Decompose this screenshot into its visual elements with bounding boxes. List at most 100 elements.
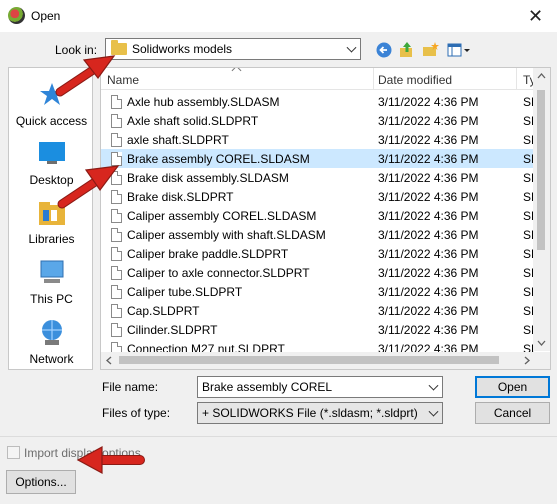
file-document-icon <box>111 209 122 223</box>
libraries-icon <box>38 202 65 225</box>
file-row[interactable]: Caliper tube.SLDPRT 3/11/2022 4:36 PM SL <box>101 282 538 301</box>
cancel-button-label: Cancel <box>493 406 532 420</box>
file-row[interactable]: Caliper assembly with shaft.SLDASM 3/11/2… <box>101 225 538 244</box>
column-date-modified[interactable]: Date modified <box>378 73 452 87</box>
file-name-cell: Caliper to axle connector.SLDPRT <box>127 266 310 280</box>
file-row[interactable]: Cilinder.SLDPRT 3/11/2022 4:36 PM SL <box>101 320 538 339</box>
file-name-input[interactable]: Brake assembly COREL <box>197 376 443 398</box>
scrollbar-corner <box>533 352 550 369</box>
date-modified-cell: 3/11/2022 4:36 PM <box>378 304 479 318</box>
view-menu-button[interactable] <box>446 40 472 60</box>
column-header-row: Name Date modified Ty <box>101 68 536 90</box>
date-modified-cell: 3/11/2022 4:36 PM <box>378 323 479 337</box>
vertical-scrollbar[interactable] <box>533 68 550 351</box>
file-row[interactable]: Caliper brake paddle.SLDPRT 3/11/2022 4:3… <box>101 244 538 263</box>
open-button[interactable]: Open <box>475 376 550 398</box>
close-button[interactable]: ✕ <box>514 0 557 32</box>
new-folder-icon <box>423 42 439 56</box>
column-divider[interactable] <box>373 68 374 90</box>
new-folder-button[interactable] <box>421 40 441 60</box>
file-document-icon <box>111 95 122 109</box>
places-bar: Quick access Desktop Libraries This PC N… <box>8 67 93 370</box>
files-of-type-label: Files of type: <box>102 406 171 420</box>
file-name-cell: Brake disk.SLDPRT <box>127 190 234 204</box>
file-name-cell: Caliper assembly COREL.SLDASM <box>127 209 317 223</box>
pin-star-icon <box>39 83 64 105</box>
file-list[interactable]: Name Date modified Ty Axle hub assembly.… <box>100 67 551 370</box>
file-row[interactable]: Axle hub assembly.SLDASM 3/11/2022 4:36 P… <box>101 92 538 111</box>
file-name-cell: Caliper brake paddle.SLDPRT <box>127 247 289 261</box>
file-name-value: Brake assembly COREL <box>202 380 333 394</box>
divider <box>0 436 557 437</box>
file-name-cell: Cap.SLDPRT <box>127 304 200 318</box>
place-label: Libraries <box>28 232 75 246</box>
place-label: Network <box>29 352 74 366</box>
computer-icon <box>40 260 63 283</box>
back-button[interactable] <box>374 40 394 60</box>
options-button[interactable]: Options... <box>6 470 76 494</box>
file-name-cell: Caliper tube.SLDPRT <box>127 285 243 299</box>
file-name-cell: Axle shaft solid.SLDPRT <box>127 114 259 128</box>
date-modified-cell: 3/11/2022 4:36 PM <box>378 209 479 223</box>
date-modified-cell: 3/11/2022 4:36 PM <box>378 114 479 128</box>
scroll-left-icon[interactable] <box>101 352 118 369</box>
date-modified-cell: 3/11/2022 4:36 PM <box>378 266 479 280</box>
up-folder-icon <box>400 42 412 57</box>
file-name-cell: Brake disk assembly.SLDASM <box>127 171 289 185</box>
file-document-icon <box>111 190 122 204</box>
column-divider[interactable] <box>516 68 517 90</box>
file-document-icon <box>111 323 122 337</box>
file-row[interactable]: Brake disk assembly.SLDASM 3/11/2022 4:36… <box>101 168 538 187</box>
look-in-dropdown[interactable]: Solidworks models <box>105 38 361 60</box>
column-name[interactable]: Name <box>107 73 139 87</box>
window-title: Open <box>31 9 61 23</box>
vertical-scroll-thumb[interactable] <box>537 90 545 250</box>
chevron-down-icon <box>346 42 357 53</box>
place-this-pc[interactable]: This PC <box>9 258 94 306</box>
file-row[interactable]: Cap.SLDPRT 3/11/2022 4:36 PM SL <box>101 301 538 320</box>
folder-icon <box>111 40 127 55</box>
scroll-up-icon[interactable] <box>533 68 550 85</box>
file-row[interactable]: Caliper assembly COREL.SLDASM 3/11/2022 4… <box>101 206 538 225</box>
horizontal-scroll-thumb[interactable] <box>119 356 499 364</box>
file-name-cell: Cilinder.SLDPRT <box>127 323 218 337</box>
scroll-down-icon[interactable] <box>533 334 550 351</box>
place-label: This PC <box>30 292 73 306</box>
file-document-icon <box>111 247 122 261</box>
date-modified-cell: 3/11/2022 4:36 PM <box>378 95 479 109</box>
sort-ascending-icon <box>231 68 242 76</box>
cancel-button[interactable]: Cancel <box>475 402 550 424</box>
file-row[interactable]: Caliper to axle connector.SLDPRT 3/11/202… <box>101 263 538 282</box>
chevron-down-icon[interactable] <box>428 380 439 391</box>
view-menu-icon <box>447 43 470 57</box>
file-document-icon <box>111 266 122 280</box>
file-row[interactable]: Brake assembly COREL.SLDASM 3/11/2022 4:3… <box>101 149 538 168</box>
file-name-label: File name: <box>102 380 159 394</box>
horizontal-scrollbar[interactable] <box>101 352 535 369</box>
file-row[interactable]: Axle shaft solid.SLDPRT 3/11/2022 4:36 PM… <box>101 111 538 130</box>
file-name-cell: axle shaft.SLDPRT <box>127 133 229 147</box>
file-document-icon <box>111 285 122 299</box>
files-of-type-value: + SOLIDWORKS File (*.sldasm; *.sldprt) <box>202 406 418 420</box>
file-row[interactable]: axle shaft.SLDPRT 3/11/2022 4:36 PM SL <box>101 130 538 149</box>
desktop-icon <box>38 142 65 164</box>
up-folder-button[interactable] <box>397 40 417 60</box>
file-row[interactable]: Brake disk.SLDPRT 3/11/2022 4:36 PM SL <box>101 187 538 206</box>
close-icon: ✕ <box>527 5 544 26</box>
back-arrow-icon <box>376 42 392 58</box>
date-modified-cell: 3/11/2022 4:36 PM <box>378 228 479 242</box>
file-name-cell: Caliper assembly with shaft.SLDASM <box>127 228 326 242</box>
date-modified-cell: 3/11/2022 4:36 PM <box>378 247 479 261</box>
network-icon <box>41 320 62 345</box>
place-network[interactable]: Network <box>9 318 94 366</box>
file-document-icon <box>111 228 122 242</box>
file-document-icon <box>111 152 122 166</box>
import-display-options-label: Import display options <box>24 446 141 460</box>
files-of-type-dropdown[interactable]: + SOLIDWORKS File (*.sldasm; *.sldprt) <box>197 402 443 424</box>
import-display-options-checkbox[interactable] <box>7 446 20 459</box>
place-libraries[interactable]: Libraries <box>9 198 94 246</box>
look-in-value: Solidworks models <box>132 42 233 56</box>
place-quick-access[interactable]: Quick access <box>9 80 94 128</box>
place-label: Quick access <box>15 114 88 128</box>
place-desktop[interactable]: Desktop <box>9 139 94 187</box>
